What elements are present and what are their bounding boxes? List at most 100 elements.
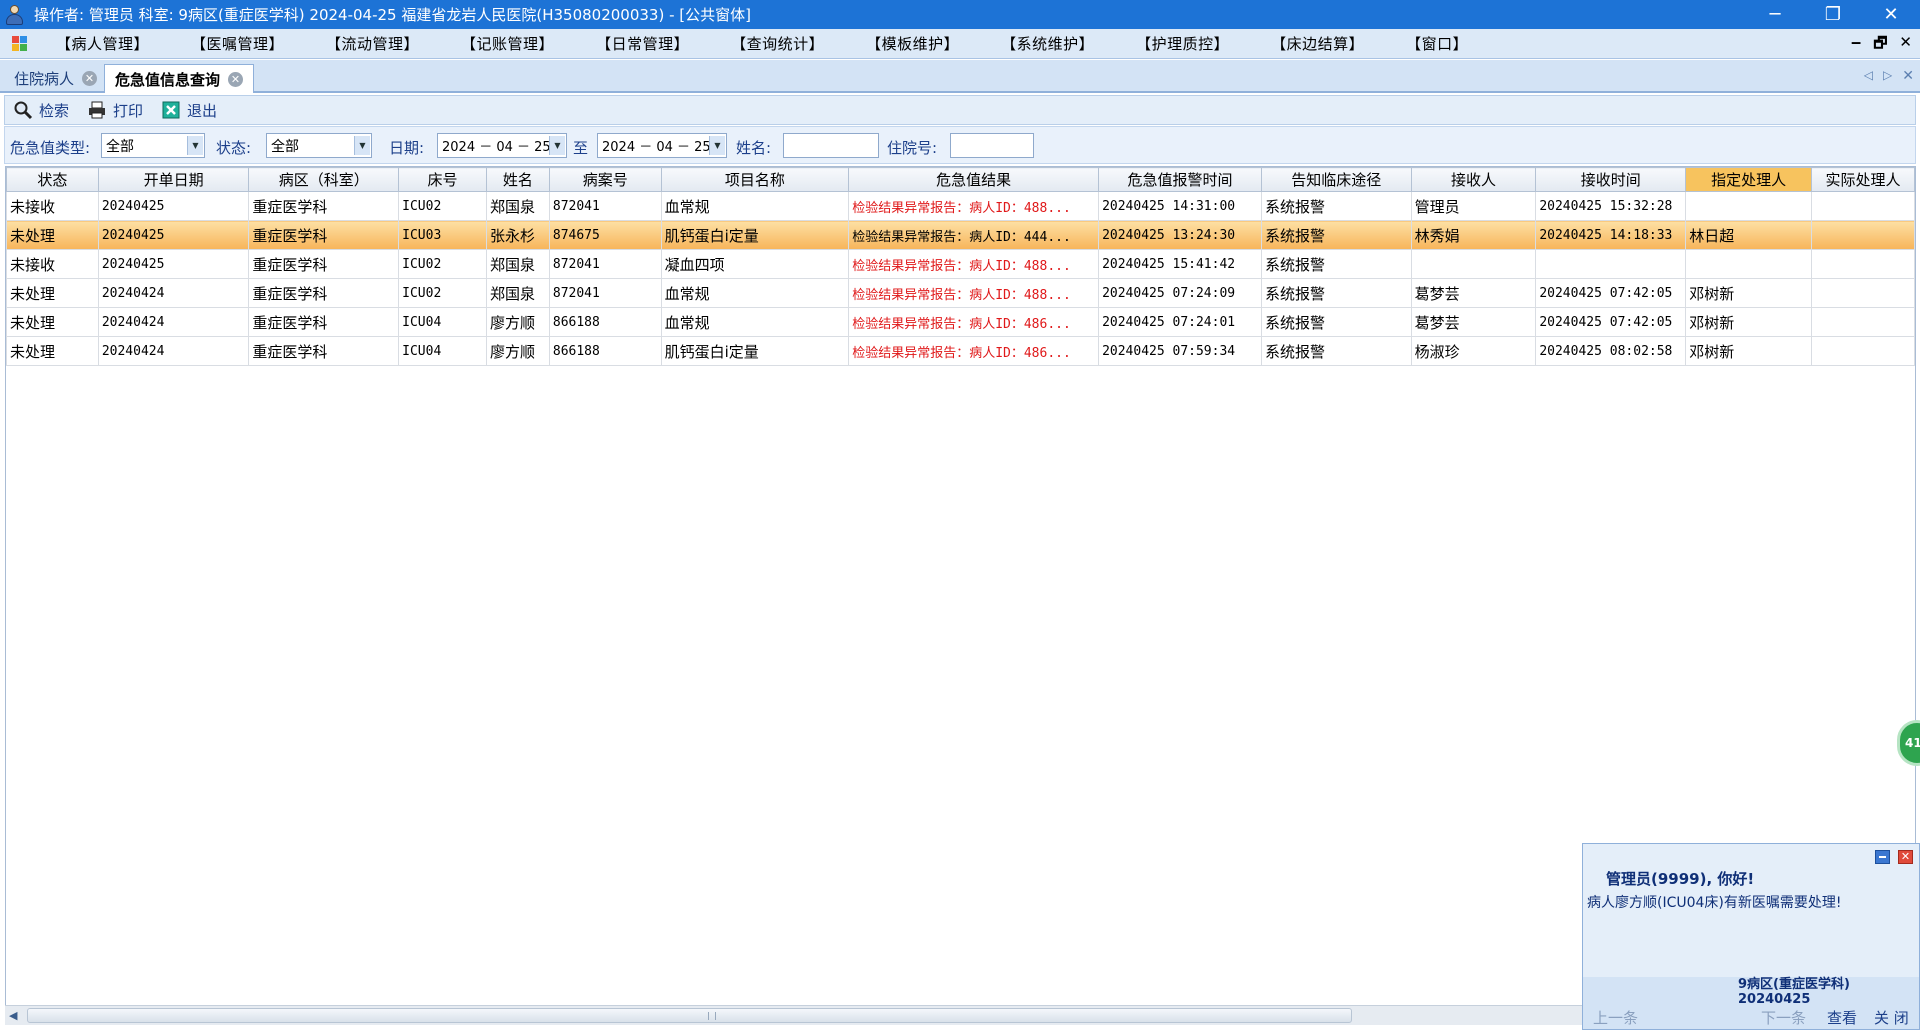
col-status[interactable]: 状态 xyxy=(6,167,99,192)
name-label: 姓名: xyxy=(736,139,772,157)
close-button[interactable]: ✕ xyxy=(1862,0,1920,29)
menu-bar: 【病人管理】 【医嘱管理】 【流动管理】 【记账管理】 【日常管理】 【查询统计… xyxy=(0,29,1920,59)
cell-receive-time: 20240425 08:02:58 xyxy=(1535,336,1687,366)
chevron-down-icon[interactable]: ▼ xyxy=(354,136,370,155)
admission-no-input[interactable] xyxy=(950,133,1034,158)
table-header-row: 状态 开单日期 病区（科室） 床号 姓名 病案号 项目名称 危急值结果 危急值报… xyxy=(6,167,1915,192)
minimize-button[interactable]: ─ xyxy=(1746,0,1804,29)
search-button[interactable]: 检索 xyxy=(13,100,69,121)
cell-record-no: 866188 xyxy=(548,307,662,337)
magnifier-icon xyxy=(13,100,33,120)
date-to-picker[interactable]: 2024 － 04 － 25 ▼ xyxy=(597,133,727,158)
tab-close-all-icon[interactable]: ✕ xyxy=(1902,68,1914,84)
window-title: 操作者: 管理员 科室: 9病区(重症医学科) 2024-04-25 福建省龙岩… xyxy=(34,6,751,24)
menu-window[interactable]: 【窗口】 xyxy=(1406,33,1468,54)
tab-scroll-right-icon[interactable]: ▷ xyxy=(1883,68,1892,84)
restore-button[interactable]: ❐ xyxy=(1804,0,1862,29)
scrollbar-thumb[interactable] xyxy=(27,1008,1352,1023)
col-actual-handler[interactable]: 实际处理人 xyxy=(1811,167,1915,192)
cell-ward: 重症医学科 xyxy=(248,278,400,308)
col-patient-name[interactable]: 姓名 xyxy=(485,167,550,192)
col-assigned-handler[interactable]: 指定处理人 xyxy=(1685,167,1813,192)
cell-status: 未处理 xyxy=(6,220,99,250)
cell-ward: 重症医学科 xyxy=(248,307,400,337)
cell-actual-handler xyxy=(1811,278,1915,308)
popup-prev-button[interactable]: 上一条 xyxy=(1593,1007,1638,1028)
popup-view-button[interactable]: 查看 xyxy=(1827,1007,1857,1028)
menu-query-statistics[interactable]: 【查询统计】 xyxy=(731,33,824,54)
menu-order-management[interactable]: 【医嘱管理】 xyxy=(191,33,284,54)
col-receive-time[interactable]: 接收时间 xyxy=(1535,167,1687,192)
cell-patient-name: 郑国泉 xyxy=(485,191,550,221)
table-row[interactable]: 未处理 20240424 重症医学科 ICU04 廖方顺 866188 肌钙蛋白… xyxy=(6,336,1915,366)
cell-record-no: 872041 xyxy=(548,278,662,308)
exit-button[interactable]: 退出 xyxy=(161,100,217,121)
col-receiver[interactable]: 接收人 xyxy=(1410,167,1537,192)
table-row[interactable]: 未接收 20240425 重症医学科 ICU02 郑国泉 872041 凝血四项… xyxy=(6,249,1915,279)
cell-assigned-handler: 邓树新 xyxy=(1685,278,1813,308)
cell-ward: 重症医学科 xyxy=(248,220,400,250)
cell-receive-time: 20240425 14:18:33 xyxy=(1535,220,1687,250)
scroll-left-arrow-icon[interactable]: ◀ xyxy=(9,1009,17,1022)
cell-actual-handler xyxy=(1811,191,1915,221)
admission-no-label: 住院号: xyxy=(887,139,938,157)
grip-icon xyxy=(708,1012,716,1020)
popup-close-button[interactable]: 关 闭 xyxy=(1874,1007,1909,1028)
status-select[interactable]: 全部 ▼ xyxy=(266,133,372,158)
popup-close-icon[interactable]: ✕ xyxy=(1898,850,1913,864)
menu-bedside-settlement[interactable]: 【床边结算】 xyxy=(1271,33,1364,54)
tab-scroll-left-icon[interactable]: ◁ xyxy=(1864,68,1873,84)
mdi-restore-button[interactable]: 🗗 xyxy=(1873,33,1887,58)
table-row[interactable]: 未接收 20240425 重症医学科 ICU02 郑国泉 872041 血常规 … xyxy=(6,191,1915,221)
col-alarm-time[interactable]: 危急值报警时间 xyxy=(1098,167,1262,192)
critical-type-select[interactable]: 全部 ▼ xyxy=(101,133,205,158)
cell-receiver xyxy=(1410,249,1537,279)
menu-nursing-qc[interactable]: 【护理质控】 xyxy=(1136,33,1229,54)
col-critical-result[interactable]: 危急值结果 xyxy=(848,167,1100,192)
tab-close-icon[interactable]: ✕ xyxy=(228,71,244,87)
date-from-picker[interactable]: 2024 － 04 － 25 ▼ xyxy=(437,133,567,158)
cell-receiver: 杨淑珍 xyxy=(1410,336,1537,366)
popup-minimize-icon[interactable] xyxy=(1875,850,1890,864)
name-input[interactable] xyxy=(783,133,879,158)
col-order-date[interactable]: 开单日期 xyxy=(97,167,250,192)
print-button[interactable]: 打印 xyxy=(87,100,143,121)
menu-patient-management[interactable]: 【病人管理】 xyxy=(56,33,149,54)
cell-critical-result: 检验结果异常报告：病人ID：488... xyxy=(848,278,1100,308)
chevron-down-icon[interactable]: ▼ xyxy=(709,136,725,155)
cell-actual-handler xyxy=(1811,220,1915,250)
chevron-down-icon[interactable]: ▼ xyxy=(549,136,565,155)
col-ward[interactable]: 病区（科室） xyxy=(248,167,400,192)
table-row-selected[interactable]: 未处理 20240425 重症医学科 ICU03 张永杉 874675 肌钙蛋白… xyxy=(6,220,1915,250)
popup-ward-name: 9病区(重症医学科) xyxy=(1738,977,1850,992)
tab-critical-value-query[interactable]: 危急值信息查询 ✕ xyxy=(104,64,254,93)
popup-next-button[interactable]: 下一条 xyxy=(1761,1007,1806,1028)
cell-item-name: 血常规 xyxy=(660,191,850,221)
menu-flow-management[interactable]: 【流动管理】 xyxy=(326,33,419,54)
col-notify-channel[interactable]: 告知临床途径 xyxy=(1260,167,1412,192)
col-record-no[interactable]: 病案号 xyxy=(548,167,662,192)
table-row[interactable]: 未处理 20240424 重症医学科 ICU02 郑国泉 872041 血常规 … xyxy=(6,278,1915,308)
cell-item-name: 血常规 xyxy=(660,307,850,337)
table-row[interactable]: 未处理 20240424 重症医学科 ICU04 廖方顺 866188 血常规 … xyxy=(6,307,1915,337)
cell-receiver: 管理员 xyxy=(1410,191,1537,221)
horizontal-scrollbar[interactable]: ◀ xyxy=(5,1005,1585,1025)
tab-inpatients[interactable]: 住院病人 ✕ xyxy=(4,64,104,93)
col-item-name[interactable]: 项目名称 xyxy=(660,167,850,192)
cell-assigned-handler: 邓树新 xyxy=(1685,307,1813,337)
cell-notify-channel: 系统报警 xyxy=(1260,307,1412,337)
menu-billing-management[interactable]: 【记账管理】 xyxy=(461,33,554,54)
cell-record-no: 872041 xyxy=(548,249,662,279)
chevron-down-icon[interactable]: ▼ xyxy=(187,136,203,155)
cell-assigned-handler: 林日超 xyxy=(1685,220,1813,250)
cell-critical-result: 检验结果异常报告：病人ID：486... xyxy=(848,307,1100,337)
mdi-close-button[interactable]: ✕ xyxy=(1899,33,1912,58)
cell-bed-no: ICU02 xyxy=(398,191,487,221)
menu-daily-management[interactable]: 【日常管理】 xyxy=(596,33,689,54)
tab-close-icon[interactable]: ✕ xyxy=(82,71,98,86)
col-bed-no[interactable]: 床号 xyxy=(398,167,487,192)
tab-label: 危急值信息查询 xyxy=(115,70,221,89)
mdi-minimize-button[interactable]: ‒ xyxy=(1851,33,1861,58)
menu-system-maintenance[interactable]: 【系统维护】 xyxy=(1001,33,1094,54)
menu-template-maintenance[interactable]: 【模板维护】 xyxy=(866,33,959,54)
